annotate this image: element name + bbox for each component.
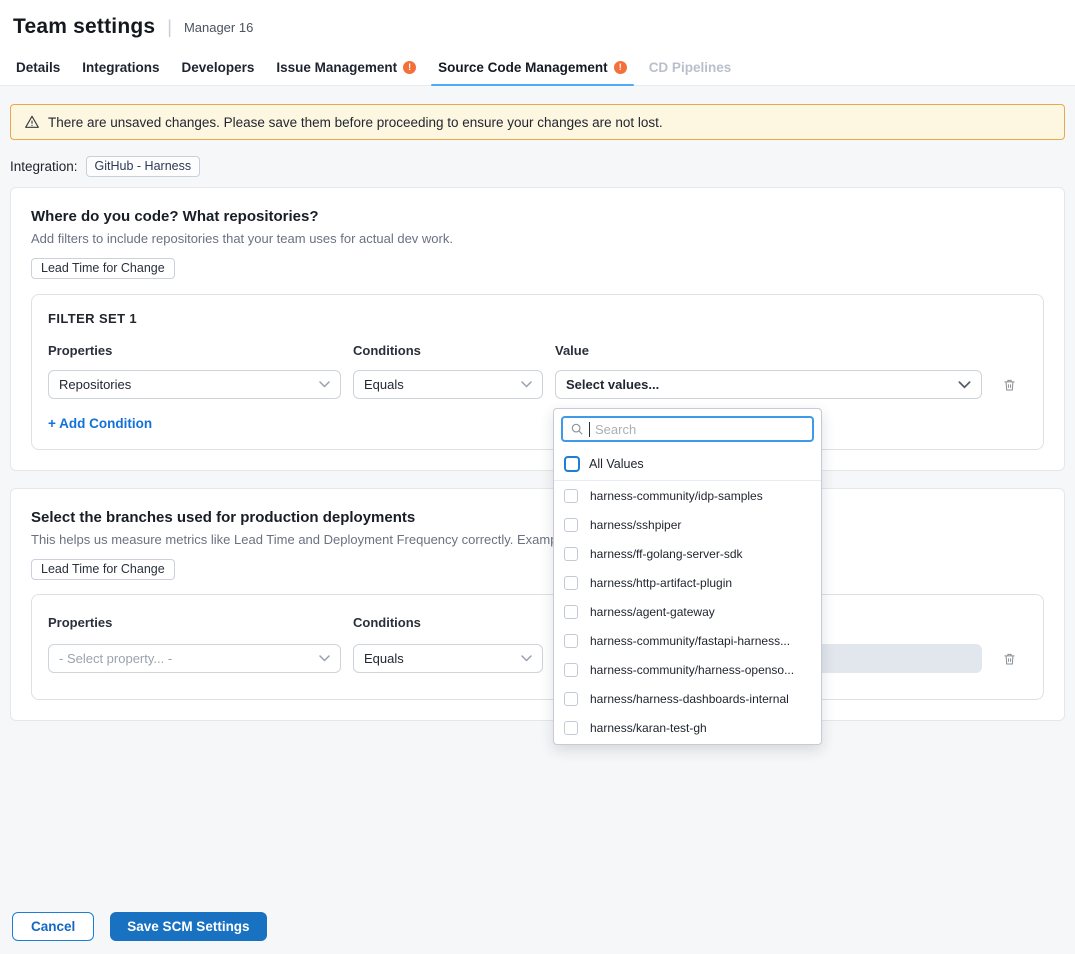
value-multiselect[interactable]: Select values... [555,370,982,399]
filter-set-1: FILTER SET 1 Properties Conditions Value… [31,294,1044,450]
metric-tag: Lead Time for Change [31,559,175,580]
tab-details[interactable]: Details [5,49,71,85]
team-name: Manager 16 [184,20,253,35]
option-label: harness/karan-test-gh [590,721,707,735]
repo-option[interactable]: harness/sshpiper [554,510,821,539]
all-values-option[interactable]: All Values [554,448,821,481]
trash-icon [1002,377,1017,393]
repo-option[interactable]: harness/harness-dashboards-internal [554,684,821,713]
option-label: All Values [589,457,644,471]
chevron-down-icon [521,655,532,662]
filter-column-labels: Properties Conditions [48,615,1027,630]
warning-triangle-icon [24,114,40,130]
delete-filter-button[interactable] [1000,375,1019,395]
metric-tag: Lead Time for Change [31,258,175,279]
trash-icon [1002,651,1017,667]
properties-column-label: Properties [48,343,341,358]
branches-card-subtitle: This helps us measure metrics like Lead … [31,532,1044,547]
branches-card-title: Select the branches used for production … [31,509,1044,526]
repositories-card-title: Where do you code? What repositories? [31,208,1044,225]
repo-option[interactable]: harness/karan-test-gh [554,713,821,742]
text-cursor [589,422,590,437]
repo-option[interactable]: harness/ff-golang-server-sdk [554,539,821,568]
integration-row: Integration: GitHub - Harness [10,156,1065,177]
filter-row: - Select property... - Equals [48,644,1027,673]
repositories-card-subtitle: Add filters to include repositories that… [31,231,1044,246]
title-divider: | [167,17,172,38]
tab-cd-pipelines[interactable]: CD Pipelines [638,49,743,85]
page-header: Team settings | Manager 16 [0,0,1075,49]
delete-filter-button[interactable] [1000,649,1019,669]
properties-column-label: Properties [48,615,341,630]
all-values-checkbox[interactable] [564,456,580,472]
filter-set-label: FILTER SET 1 [48,311,1027,326]
filter-row: Repositories Equals Select values... [48,370,1027,399]
tab-developers[interactable]: Developers [171,49,266,85]
add-condition-link[interactable]: + Add Condition [48,416,152,431]
unsaved-changes-banner: There are unsaved changes. Please save t… [10,104,1065,140]
chevron-down-icon [319,655,330,662]
option-label: harness/agent-gateway [590,605,715,619]
filter-column-labels: Properties Conditions Value [48,343,1027,358]
branches-filter-set: Properties Conditions - Select property.… [31,594,1044,700]
repo-checkbox[interactable] [564,518,578,532]
repo-checkbox[interactable] [564,576,578,590]
repo-checkbox[interactable] [564,721,578,735]
option-label: harness-community/harness-openso... [590,663,794,677]
page-title: Team settings [13,15,155,39]
search-input[interactable] [595,422,805,437]
repositories-card: Where do you code? What repositories? Ad… [10,187,1065,471]
chevron-down-icon [958,381,971,389]
repo-option[interactable]: harness/agent-gateway [554,597,821,626]
option-label: harness-community/fastapi-harness... [590,634,790,648]
repo-option[interactable]: harness-community/harness-openso... [554,655,821,684]
repo-option-clipped[interactable]: harness/... [554,742,821,745]
warning-badge-icon [403,61,416,74]
conditions-column-label: Conditions [353,615,543,630]
repo-checkbox[interactable] [564,605,578,619]
tab-bar: Details Integrations Developers Issue Ma… [0,49,1075,86]
integration-label: Integration: [10,159,78,174]
repo-option[interactable]: harness/http-artifact-plugin [554,568,821,597]
repo-checkbox[interactable] [564,663,578,677]
repo-option[interactable]: harness-community/idp-samples [554,481,821,510]
warning-badge-icon [614,61,627,74]
condition-select[interactable]: Equals [353,370,543,399]
repo-checkbox[interactable] [564,692,578,706]
conditions-column-label: Conditions [353,343,543,358]
property-select[interactable]: Repositories [48,370,341,399]
team-settings-page: Team settings | Manager 16 Details Integ… [0,0,1075,954]
tab-integrations[interactable]: Integrations [71,49,170,85]
repo-checkbox[interactable] [564,634,578,648]
banner-text: There are unsaved changes. Please save t… [48,115,663,130]
value-column-label: Value [555,343,982,358]
chevron-down-icon [521,381,532,388]
option-label: harness/sshpiper [590,518,681,532]
option-label: harness/ff-golang-server-sdk [590,547,743,561]
option-label: harness/http-artifact-plugin [590,576,732,590]
branches-card: Select the branches used for production … [10,488,1065,721]
search-icon [570,422,584,436]
chevron-down-icon [319,381,330,388]
cancel-button[interactable]: Cancel [12,912,94,941]
value-dropdown-panel: All Values harness-community/idp-samples… [553,408,822,745]
save-scm-settings-button[interactable]: Save SCM Settings [110,912,266,941]
footer-actions: Cancel Save SCM Settings [12,912,267,941]
integration-chip: GitHub - Harness [86,156,201,177]
option-label: harness/harness-dashboards-internal [590,692,789,706]
tab-issue-management[interactable]: Issue Management [265,49,427,85]
repo-option[interactable]: harness-community/fastapi-harness... [554,626,821,655]
repo-checkbox[interactable] [564,489,578,503]
repo-checkbox[interactable] [564,547,578,561]
property-select[interactable]: - Select property... - [48,644,341,673]
option-label: harness-community/idp-samples [590,489,763,503]
dropdown-search-box [561,416,814,442]
condition-select[interactable]: Equals [353,644,543,673]
tab-source-code-management[interactable]: Source Code Management [427,49,638,85]
